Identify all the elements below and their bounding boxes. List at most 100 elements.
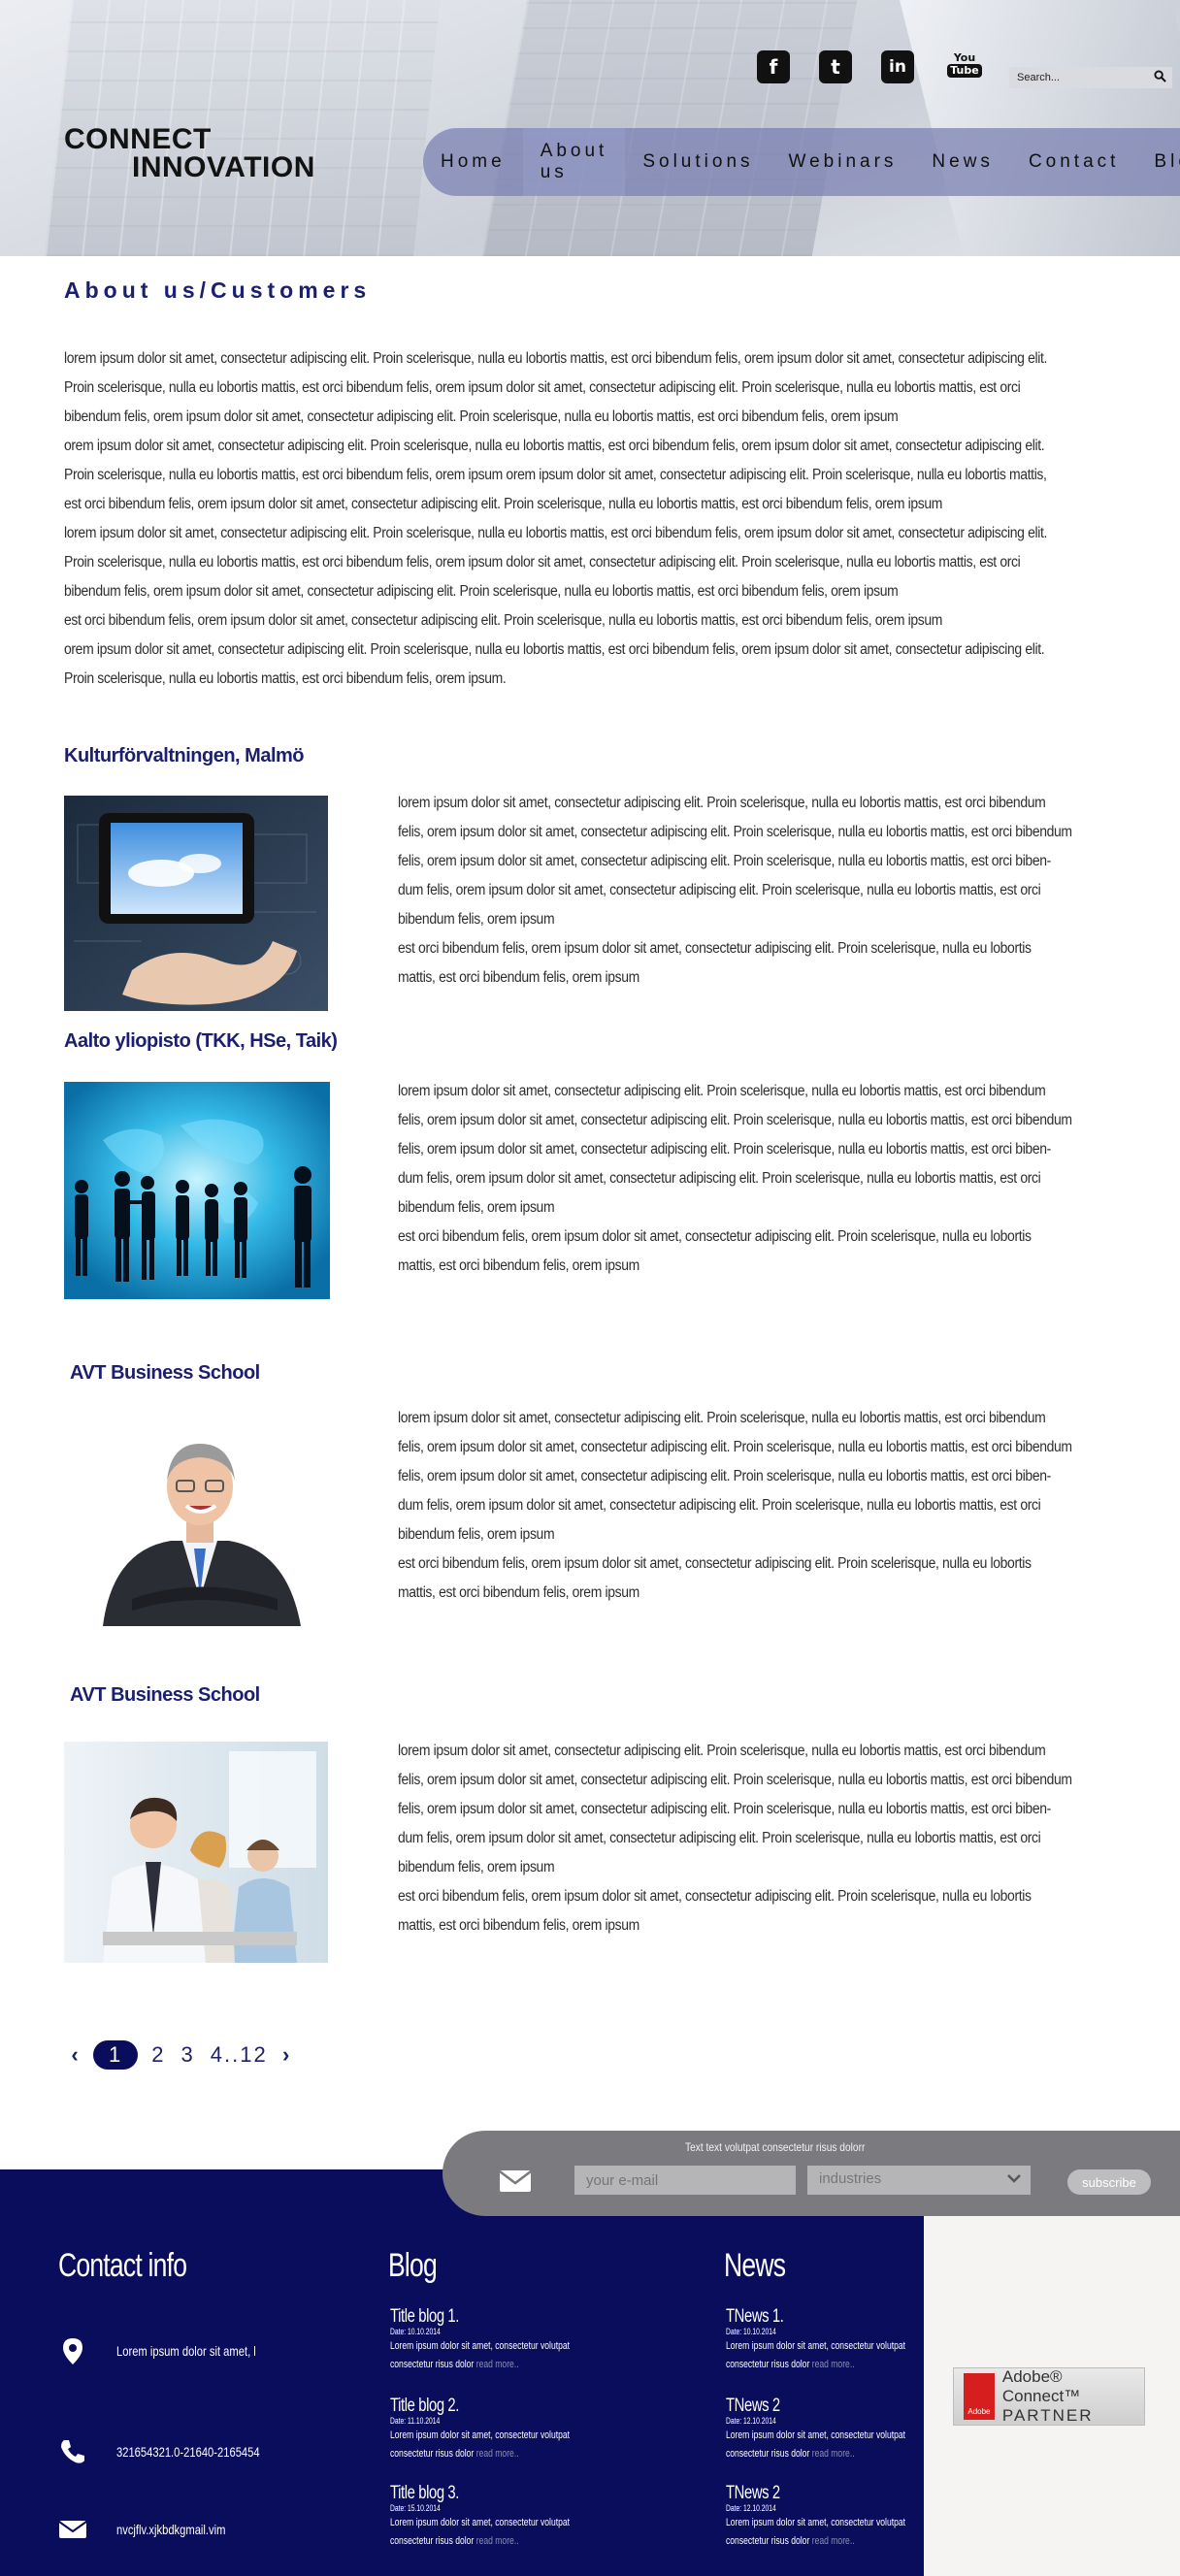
read-more-link[interactable]: read more.. [812, 2535, 855, 2547]
customer-title[interactable]: AVT Business School [70, 1362, 260, 1385]
contact-phone: 321654321.0-21640-2165454 [116, 2444, 260, 2460]
intro-line: Proin scelerisque, nulla eu lobortis mat… [64, 379, 1021, 396]
customer-title[interactable]: Kulturförvaltningen, Malmö [64, 745, 305, 767]
twitter-icon[interactable]: t [819, 50, 852, 83]
contact-address: Lorem ipsum dolor sit amet, l [116, 2343, 256, 2359]
nav-item-solutions[interactable]: Solutions [625, 128, 770, 196]
newsletter-caption: Text text volutpat consectetur risus dol… [685, 2140, 866, 2154]
partner-line-1: Adobe® Connect™ [1001, 2367, 1081, 2405]
news-post-date: Date: 12.10.2014 [726, 2503, 776, 2513]
blog-post-date: Date: 11.10.2014 [390, 2416, 441, 2426]
linkedin-icon[interactable]: in [881, 50, 914, 83]
pagination-next-icon[interactable]: › [276, 2042, 297, 2068]
intro-line: Proin scelerisque, nulla eu lobortis mat… [64, 554, 1021, 571]
nav-item-news[interactable]: News [914, 128, 1011, 196]
customer-description: lorem ipsum dolor sit amet, consectetur … [398, 1410, 1072, 1601]
industries-select[interactable]: industries [807, 2166, 1031, 2195]
pagination-page[interactable]: 4..12 [203, 2042, 276, 2068]
youtube-icon-tube: Tube [947, 64, 982, 78]
nav-item-home[interactable]: Home [423, 128, 523, 196]
chevron-down-icon [1007, 2174, 1021, 2183]
customer-image-businessman [93, 1405, 307, 1626]
contact-email-row: nvcjflv.xjkbdkgmail.vim [58, 2515, 225, 2544]
customer-description: lorem ipsum dolor sit amet, consectetur … [398, 1743, 1072, 1934]
partner-line-2: PARTNER [1001, 2406, 1094, 2425]
search-box [1009, 67, 1172, 88]
intro-line: bibendum felis, orem ipsum dolor sit ame… [64, 408, 899, 425]
read-more-link[interactable]: read more.. [476, 2359, 519, 2370]
newsletter-email-input[interactable] [574, 2166, 796, 2195]
industries-select-value: industries [819, 2170, 882, 2187]
blog-post-title[interactable]: Title blog 3. [390, 2484, 564, 2503]
subscribe-button[interactable]: subscribe [1067, 2169, 1151, 2195]
blog-post-title[interactable]: Title blog 2. [390, 2397, 564, 2416]
intro-line: Proin scelerisque, nulla eu lobortis mat… [64, 467, 1047, 483]
header-hero: f t in You Tube CONNECT INNOVATION Home … [0, 0, 1180, 256]
adobe-logo-icon: Adobe [964, 2373, 995, 2420]
location-pin-icon [63, 2338, 82, 2364]
blog-post[interactable]: Title blog 2. Date: 11.10.2014 Lorem ips… [390, 2397, 613, 2463]
youtube-icon-you: You [953, 51, 976, 64]
pagination: ‹ 1 2 3 4..12 › [64, 2040, 297, 2070]
page-title: About us/Customers [64, 277, 372, 303]
intro-line: lorem ipsum dolor sit amet, consectetur … [64, 525, 1047, 541]
logo-line-1: CONNECT [64, 123, 212, 155]
intro-line: est orci bibendum felis, orem ipsum dolo… [64, 496, 943, 512]
read-more-link[interactable]: read more.. [476, 2535, 519, 2547]
pagination-current-page[interactable]: 1 [93, 2040, 139, 2070]
contact-info-title: Contact info [58, 2247, 187, 2284]
intro-text: lorem ipsum dolor sit amet, consectetur … [64, 344, 1103, 694]
nav-item-contact[interactable]: Contact [1011, 128, 1136, 196]
news-post-title[interactable]: TNews 2 [726, 2397, 900, 2416]
contact-phone-row: 321654321.0-21640-2165454 [58, 2437, 260, 2466]
youtube-icon[interactable]: You Tube [947, 49, 982, 82]
nav-item-about-us[interactable]: About us [522, 128, 626, 196]
mail-icon [58, 2521, 87, 2538]
customer-image-business-silhouettes [64, 1082, 330, 1299]
news-post-title[interactable]: TNews 2 [726, 2484, 900, 2503]
intro-line: lorem ipsum dolor sit amet, consectetur … [64, 350, 1047, 367]
intro-line: Proin scelerisque, nulla eu lobortis mat… [64, 670, 507, 687]
news-post-title[interactable]: TNews 1. [726, 2307, 900, 2327]
contact-email[interactable]: nvcjflv.xjkbdkgmail.vim [116, 2522, 225, 2537]
intro-line: bibendum felis, orem ipsum dolor sit ame… [64, 583, 899, 600]
newsletter-bar: Text text volutpat consectetur risus dol… [442, 2131, 1180, 2216]
contact-address-row: Lorem ipsum dolor sit amet, l [58, 2336, 256, 2365]
search-input[interactable] [1009, 67, 1145, 88]
customer-description: lorem ipsum dolor sit amet, consectetur … [398, 1083, 1072, 1274]
customer-image-tablet [64, 796, 328, 1011]
read-more-link[interactable]: read more.. [476, 2448, 519, 2460]
news-post-date: Date: 10.10.2014 [726, 2327, 776, 2336]
read-more-link[interactable]: read more.. [812, 2359, 855, 2370]
blog-post-title[interactable]: Title blog 1. [390, 2307, 564, 2327]
customer-image-office-team [64, 1742, 328, 1963]
main-nav: Home About us Solutions Webinars News Co… [423, 128, 1180, 196]
news-post-date: Date: 12.10.2014 [726, 2416, 776, 2426]
site-logo[interactable]: CONNECT INNOVATION [64, 123, 315, 183]
blog-post-date: Date: 15.10.2014 [390, 2503, 441, 2513]
nav-item-webinars[interactable]: Webinars [771, 128, 915, 196]
blog-post[interactable]: Title blog 1. Date: 10.10.2014 Lorem ips… [390, 2307, 613, 2374]
pagination-page[interactable]: 3 [174, 2042, 203, 2068]
phone-icon [61, 2440, 84, 2463]
customer-title[interactable]: Aalto yliopisto (TKK, HSe, Taik) [64, 1030, 338, 1053]
blog-post-date: Date: 10.10.2014 [390, 2327, 441, 2336]
news-post[interactable]: TNews 2 Date: 12.10.2014 Lorem ipsum dol… [726, 2397, 949, 2463]
customer-description: lorem ipsum dolor sit amet, consectetur … [398, 795, 1072, 986]
news-post[interactable]: TNews 2 Date: 12.10.2014 Lorem ipsum dol… [726, 2484, 949, 2551]
nav-item-blog[interactable]: Blog [1136, 128, 1180, 196]
blog-post[interactable]: Title blog 3. Date: 15.10.2014 Lorem ips… [390, 2484, 613, 2551]
pagination-prev-icon[interactable]: ‹ [64, 2042, 85, 2068]
intro-line: est orci bibendum felis, orem ipsum dolo… [64, 612, 943, 629]
pagination-page[interactable]: 2 [144, 2042, 173, 2068]
news-post[interactable]: TNews 1. Date: 10.10.2014 Lorem ipsum do… [726, 2307, 949, 2374]
customer-title[interactable]: AVT Business School [70, 1684, 260, 1707]
intro-line: orem ipsum dolor sit amet, consectetur a… [64, 438, 1045, 454]
news-title: News [724, 2247, 786, 2284]
read-more-link[interactable]: read more.. [812, 2448, 855, 2460]
intro-line: orem ipsum dolor sit amet, consectetur a… [64, 641, 1045, 658]
facebook-icon[interactable]: f [757, 50, 790, 83]
logo-line-2: INNOVATION [132, 151, 315, 183]
adobe-connect-partner-badge[interactable]: Adobe Adobe® Connect™ PARTNER [953, 2367, 1145, 2426]
search-icon[interactable] [1154, 70, 1166, 82]
